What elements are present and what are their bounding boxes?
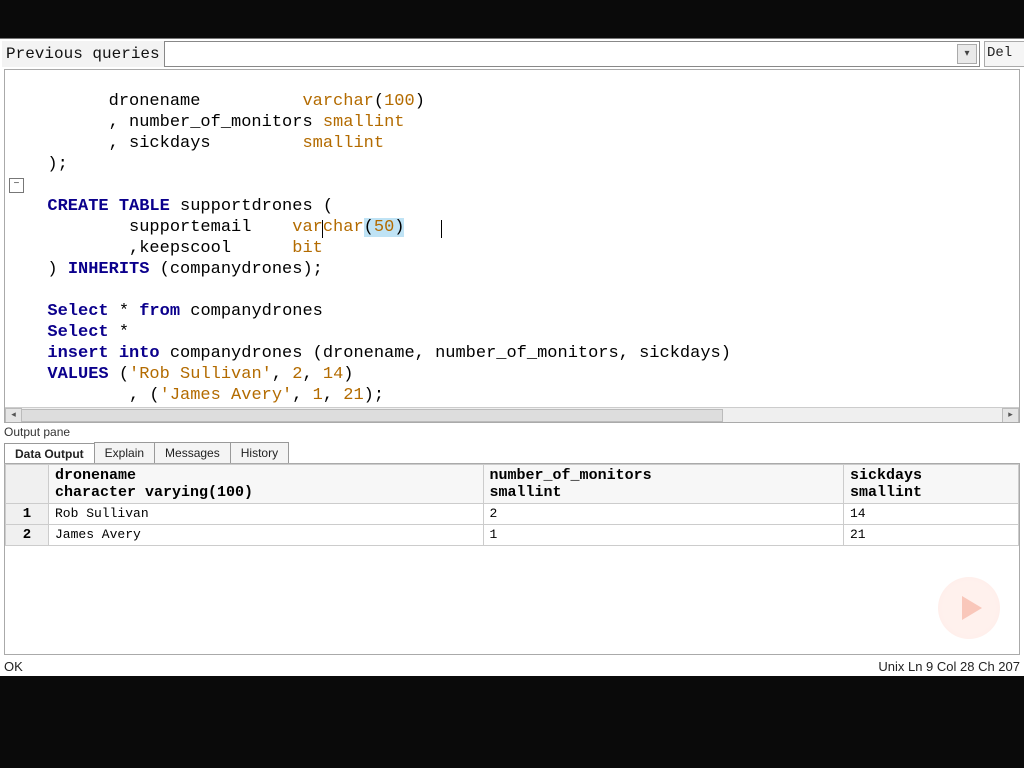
- play-watermark-icon: [938, 577, 1000, 639]
- tab-data-output[interactable]: Data Output: [4, 443, 95, 464]
- status-left: OK: [4, 659, 23, 677]
- cell[interactable]: 14: [843, 504, 1018, 525]
- app-window: Previous queries ▾ Del − dronename varch…: [0, 38, 1024, 681]
- delete-button[interactable]: Del: [984, 41, 1024, 67]
- output-pane-label: Output pane: [4, 425, 70, 439]
- sql-editor[interactable]: − dronename varchar(100) , number_of_mon…: [4, 69, 1020, 423]
- cell[interactable]: 2: [483, 504, 843, 525]
- tab-history[interactable]: History: [230, 442, 289, 463]
- cell[interactable]: Rob Sullivan: [49, 504, 484, 525]
- status-right: Unix Ln 9 Col 28 Ch 207: [878, 659, 1020, 677]
- cell[interactable]: James Avery: [49, 525, 484, 546]
- col-header-dronename[interactable]: dronenamecharacter varying(100): [49, 465, 484, 504]
- col-header-monitors[interactable]: number_of_monitorssmallint: [483, 465, 843, 504]
- top-black-bar: [0, 0, 1024, 38]
- code-text: dronename: [27, 92, 302, 111]
- cell[interactable]: 1: [483, 525, 843, 546]
- previous-queries-dropdown[interactable]: ▾: [164, 41, 980, 67]
- table-header-row: dronenamecharacter varying(100) number_o…: [6, 465, 1019, 504]
- scroll-left-arrow-icon[interactable]: ◂: [5, 408, 22, 423]
- rownum-cell: 2: [6, 525, 49, 546]
- horizontal-scrollbar[interactable]: ◂ ▸: [5, 407, 1019, 422]
- text-cursor: [322, 220, 323, 238]
- table-row[interactable]: 1 Rob Sullivan 2 14: [6, 504, 1019, 525]
- code-type: varchar: [302, 92, 373, 111]
- tab-messages[interactable]: Messages: [154, 442, 231, 463]
- output-tabs: Data Output Explain Messages History: [4, 441, 1020, 464]
- chevron-down-icon[interactable]: ▾: [957, 44, 977, 64]
- result-table: dronenamecharacter varying(100) number_o…: [5, 464, 1019, 546]
- col-header-sickdays[interactable]: sickdayssmallint: [843, 465, 1018, 504]
- tab-explain[interactable]: Explain: [94, 442, 155, 463]
- rownum-header: [6, 465, 49, 504]
- result-grid[interactable]: dronenamecharacter varying(100) number_o…: [4, 463, 1020, 655]
- query-toolbar: Previous queries ▾ Del: [2, 39, 1024, 69]
- table-row[interactable]: 2 James Avery 1 21: [6, 525, 1019, 546]
- scrollbar-thumb[interactable]: [21, 409, 723, 422]
- rownum-cell: 1: [6, 504, 49, 525]
- secondary-cursor: [441, 220, 442, 238]
- previous-queries-label: Previous queries: [2, 41, 164, 67]
- play-triangle-icon: [962, 596, 982, 620]
- status-bar: OK Unix Ln 9 Col 28 Ch 207: [4, 659, 1020, 677]
- bottom-black-bar: [0, 676, 1024, 768]
- scroll-right-arrow-icon[interactable]: ▸: [1002, 408, 1019, 423]
- cell[interactable]: 21: [843, 525, 1018, 546]
- code-area[interactable]: dronename varchar(100) , number_of_monit…: [5, 70, 1019, 408]
